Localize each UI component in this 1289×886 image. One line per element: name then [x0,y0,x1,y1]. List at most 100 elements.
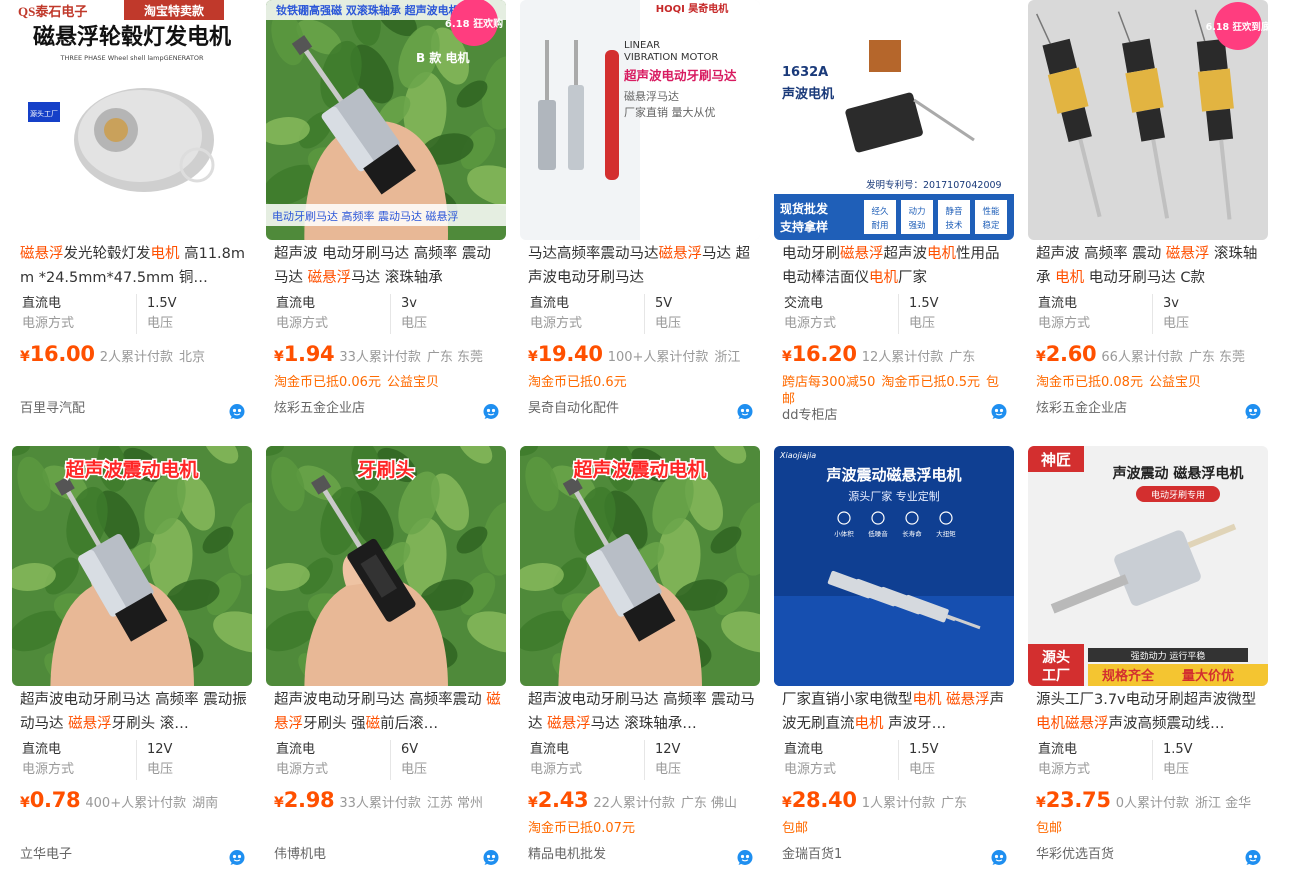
shop-name[interactable]: 炫彩五金企业店 [274,400,365,418]
brand-text: QS泰石电子 [18,4,87,19]
shop-name[interactable]: 精品电机批发 [528,846,606,864]
wangwang-icon[interactable] [228,402,246,420]
product-photo: 超声波震动电机 [520,446,760,686]
product-photo: 6.18 狂欢到底 [1028,0,1268,240]
title-keyword-highlight: 电机 [927,246,956,262]
sales-count: 33人累计付款 [339,350,421,365]
price: 2.43 [537,788,589,812]
product-attributes: 直流电 电源方式 3v 电压 [276,294,506,334]
attr-label: 电压 [1163,762,1190,777]
product-card[interactable]: 牙刷头 超声波电动牙刷马达 高频率震动 磁悬浮牙刷头 强磁前后滚… 直流电 电源… [266,446,506,886]
wangwang-icon[interactable] [736,402,754,420]
shop-name[interactable]: 华彩优选百货 [1036,846,1114,864]
shop-name[interactable]: dd专柜店 [782,407,838,425]
svg-text:B 款 电机: B 款 电机 [416,50,470,65]
currency-symbol: ¥ [782,349,792,365]
product-image[interactable]: QS泰石电子 淘宝特卖款 磁悬浮轮毂灯发电机 THREE PHASE Wheel… [12,0,252,240]
product-image[interactable]: 神匠 声波震动 磁悬浮电机 电动牙刷专用 源头 工厂 强劲动力 运行平稳 规格齐… [1028,446,1268,686]
product-title[interactable]: 源头工厂3.7v电动牙刷超声波微型电机磁悬浮声波高频震动线… [1036,688,1266,736]
product-image[interactable]: 牙刷头 [266,446,506,686]
sales-count: 0人累计付款 [1115,796,1189,811]
location: 广东 [949,350,976,365]
product-title[interactable]: 超声波电动牙刷马达 高频率 震动马达 磁悬浮马达 滚珠轴承… [528,688,758,736]
svg-text:强劲: 强劲 [908,220,925,231]
attr-label: 电压 [1163,316,1190,331]
product-title[interactable]: 厂家直销小家电微型电机 磁悬浮声波无刷直流电机 声波牙… [782,688,1012,736]
product-title[interactable]: 超声波电动牙刷马达 高频率 震动振动马达 磁悬浮牙刷头 滚… [20,688,250,736]
shop-name[interactable]: 百里寻汽配 [20,400,85,418]
title-segment: 厂家 [898,270,927,286]
product-grid: QS泰石电子 淘宝特卖款 磁悬浮轮毂灯发电机 THREE PHASE Wheel… [12,0,1277,875]
product-card[interactable]: QS泰石电子 淘宝特卖款 磁悬浮轮毂灯发电机 THREE PHASE Wheel… [12,0,252,440]
product-card[interactable]: 6.18 狂欢到底 超声波 高频率 震动 磁悬浮 滚珠轴承 电机 电动牙刷马达 … [1028,0,1268,440]
attr-voltage: 6V 电压 [390,740,511,780]
price-row: ¥16.20 12人累计付款 广东 [782,342,1014,372]
product-card[interactable]: 超声波震动电机 超声波电动牙刷马达 高频率 震动振动马达 磁悬浮牙刷头 滚… 直… [12,446,252,886]
price-row: ¥19.40 100+人累计付款 浙江 [528,342,760,372]
product-title[interactable]: 超声波电动牙刷马达 高频率震动 磁悬浮牙刷头 强磁前后滚… [274,688,504,736]
svg-text:电动牙刷专用: 电动牙刷专用 [1151,489,1205,501]
attr-label: 电压 [909,316,936,331]
price: 28.40 [791,788,857,812]
wangwang-icon[interactable] [990,848,1008,866]
product-title[interactable]: 超声波 高频率 震动 磁悬浮 滚珠轴承 电机 电动牙刷马达 C款 [1036,242,1266,290]
attr-value: 12V [147,742,173,757]
sales-count: 400+人累计付款 [85,796,187,811]
shop-name[interactable]: 金瑞百货1 [782,846,842,864]
product-image[interactable]: 钕铁硼高强磁 双滚珠轴承 超声波电机 B 款 电机 电动牙刷马达 高频率 震动马… [266,0,506,240]
promo-row: 跨店每300减50 淘金币已抵0.5元 包邮 [782,374,1014,408]
product-title[interactable]: 马达高频率震动马达磁悬浮马达 超声波电动牙刷马达 [528,242,758,290]
product-photo: QS泰石电子 淘宝特卖款 磁悬浮轮毂灯发电机 THREE PHASE Wheel… [12,0,252,240]
wangwang-icon[interactable] [1244,848,1262,866]
shop-name[interactable]: 炫彩五金企业店 [1036,400,1127,418]
price: 16.20 [791,342,857,366]
svg-text:厂家直销 量大从优: 厂家直销 量大从优 [624,105,716,119]
attr-voltage: 12V 电压 [136,740,257,780]
product-image[interactable]: Xiaojiajia 声波震动磁悬浮电机 源头厂家 专业定制 小体积 低噪音 长寿命… [774,446,1014,686]
attr-power-source: 直流电 电源方式 [22,294,134,334]
title-keyword-highlight: 磁悬浮 [840,246,884,262]
product-card[interactable]: Xiaojiajia 声波震动磁悬浮电机 源头厂家 专业定制 小体积 低噪音 长寿命… [774,446,1014,886]
title-segment: 声波高频震动线… [1108,716,1225,732]
product-image[interactable]: 超声波震动电机 [520,446,760,686]
product-title[interactable]: 超声波 电动牙刷马达 高频率 震动马达 磁悬浮马达 滚珠轴承 [274,242,504,290]
wangwang-icon[interactable] [990,402,1008,420]
currency-symbol: ¥ [528,795,538,811]
attr-value: 6V [401,742,419,757]
promo-tag: 包邮 [782,821,809,836]
wangwang-icon[interactable] [482,848,500,866]
product-attributes: 直流电 电源方式 3v 电压 [1038,294,1268,334]
attr-voltage: 3v 电压 [1152,294,1273,334]
product-photo: HOQI 昊奇电机 LINEAR VIBRATION MOTOR 超声波电动牙刷… [520,0,760,240]
wangwang-icon[interactable] [482,402,500,420]
product-image[interactable]: 1632A 声波电机 发明专利号：2017107042009 现货批发 支持拿样… [774,0,1014,240]
shop-name[interactable]: 伟博机电 [274,846,326,864]
svg-text:淘宝特卖款: 淘宝特卖款 [144,3,205,18]
title-keyword-highlight: 磁悬浮 [20,246,64,262]
svg-text:电动牙刷马达 高频率 震动马达 磁悬浮: 电动牙刷马达 高频率 震动马达 磁悬浮 [272,209,459,223]
shop-name[interactable]: 立华电子 [20,846,72,864]
product-attributes: 直流电 电源方式 12V 电压 [530,740,760,780]
currency-symbol: ¥ [20,349,30,365]
attr-power-source: 交流电 电源方式 [784,294,896,334]
svg-text:量大价优: 量大价优 [1182,668,1234,684]
attr-voltage: 1.5V 电压 [1152,740,1273,780]
price: 16.00 [29,342,95,366]
product-card[interactable]: 1632A 声波电机 发明专利号：2017107042009 现货批发 支持拿样… [774,0,1014,440]
wangwang-icon[interactable] [1244,402,1262,420]
title-segment: 电动牙刷马达 C款 [1084,270,1205,286]
wangwang-icon[interactable] [228,848,246,866]
product-card[interactable]: HOQI 昊奇电机 LINEAR VIBRATION MOTOR 超声波电动牙刷… [520,0,760,440]
product-image[interactable]: 超声波震动电机 [12,446,252,686]
product-card[interactable]: 神匠 声波震动 磁悬浮电机 电动牙刷专用 源头 工厂 强劲动力 运行平稳 规格齐… [1028,446,1268,886]
product-card[interactable]: 超声波震动电机 超声波电动牙刷马达 高频率 震动马达 磁悬浮马达 滚珠轴承… 直… [520,446,760,886]
shop-name[interactable]: 昊奇自动化配件 [528,400,619,418]
svg-text:低噪音: 低噪音 [868,529,888,538]
product-title[interactable]: 电动牙刷磁悬浮超声波电机性用品电动棒洁面仪电机厂家 [782,242,1012,290]
product-title[interactable]: 磁悬浮发光轮毂灯发电机 高11.8mm *24.5mm*47.5mm 铜… [20,242,250,290]
wangwang-icon[interactable] [736,848,754,866]
product-image[interactable]: 6.18 狂欢到底 [1028,0,1268,240]
product-image[interactable]: HOQI 昊奇电机 LINEAR VIBRATION MOTOR 超声波电动牙刷… [520,0,760,240]
product-card[interactable]: 钕铁硼高强磁 双滚珠轴承 超声波电机 B 款 电机 电动牙刷马达 高频率 震动马… [266,0,506,440]
svg-text:小体积: 小体积 [834,529,854,538]
